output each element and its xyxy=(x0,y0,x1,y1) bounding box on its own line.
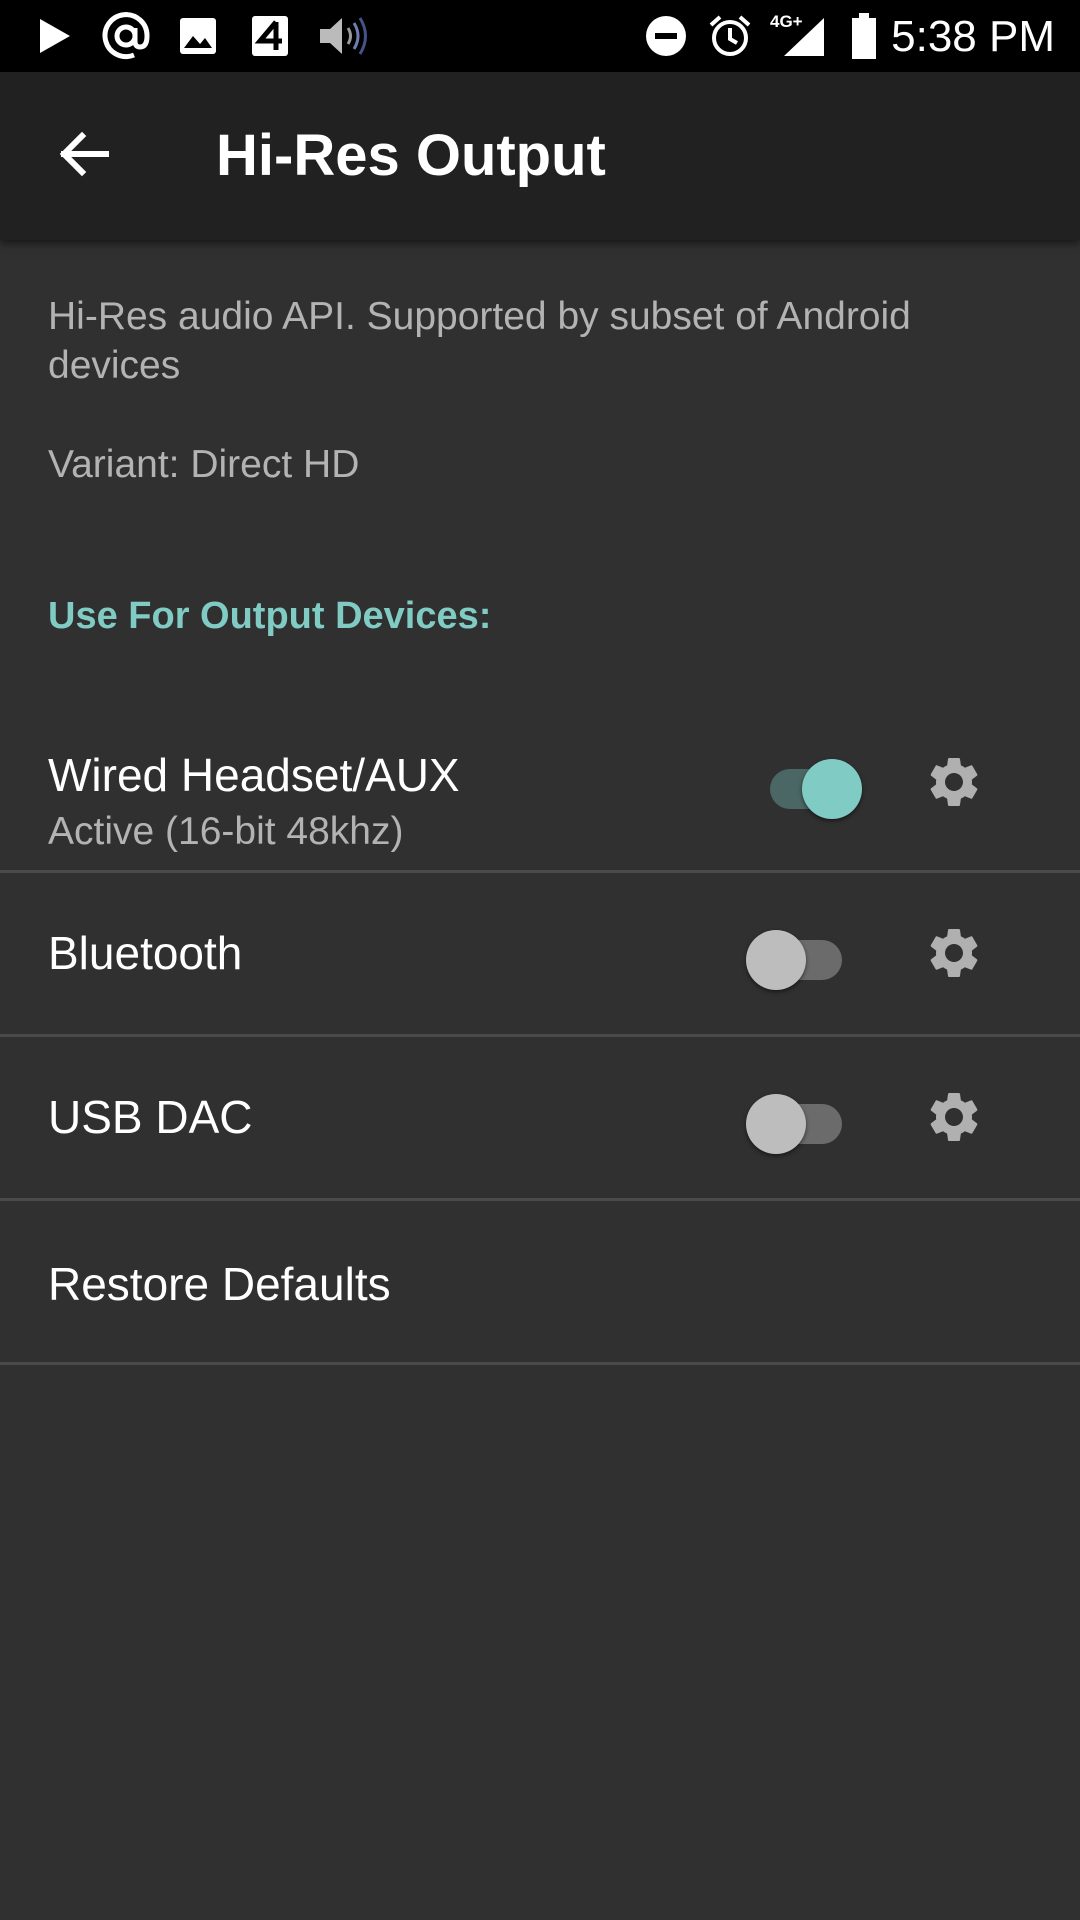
restore-defaults-item[interactable]: Restore Defaults xyxy=(0,1201,1080,1365)
device-row-bluetooth[interactable]: Bluetooth xyxy=(0,873,1080,1037)
toggle-thumb xyxy=(746,1094,806,1154)
device-status: Active (16-bit 48khz) xyxy=(48,810,404,853)
status-time: 5:38 PM xyxy=(891,12,1055,61)
gear-icon xyxy=(924,1087,984,1152)
play-store-icon xyxy=(30,12,78,60)
gear-icon xyxy=(924,923,984,988)
bluetooth-toggle[interactable] xyxy=(746,923,850,990)
signal-icon xyxy=(776,12,832,60)
page-title: Hi-Res Output xyxy=(216,123,606,188)
device-row-wired-headset[interactable]: Wired Headset/AUX Active (16-bit 48khz) xyxy=(0,700,1080,873)
device-row-usb-dac[interactable]: USB DAC xyxy=(0,1037,1080,1201)
back-button[interactable] xyxy=(36,108,132,204)
divider xyxy=(0,1362,1080,1365)
wired-headset-settings-button[interactable] xyxy=(922,752,986,816)
section-header-output-devices: Use For Output Devices: xyxy=(48,595,492,637)
wired-headset-toggle[interactable] xyxy=(758,752,862,819)
bluetooth-settings-button[interactable] xyxy=(922,923,986,987)
device-title: Bluetooth xyxy=(48,927,243,979)
gallery-icon xyxy=(174,12,222,60)
status-bar: 4G+ 5:38 PM xyxy=(0,0,1080,72)
variant-label: Variant: Direct HD xyxy=(48,443,360,486)
at-sign-icon xyxy=(98,12,154,60)
toggle-thumb xyxy=(802,759,862,819)
speaker-volume-icon xyxy=(314,12,374,60)
usb-dac-toggle[interactable] xyxy=(746,1087,850,1154)
api-description: Hi-Res audio API. Supported by subset of… xyxy=(48,295,911,387)
do-not-disturb-icon xyxy=(642,12,690,60)
arrow-back-icon xyxy=(56,126,112,187)
app-4-icon xyxy=(246,12,294,60)
settings-content: Hi-Res audio API. Supported by subset of… xyxy=(0,240,1080,1920)
battery-icon xyxy=(846,12,882,60)
usb-dac-settings-button[interactable] xyxy=(922,1087,986,1151)
device-title: USB DAC xyxy=(48,1091,253,1143)
restore-defaults-label: Restore Defaults xyxy=(48,1258,391,1310)
toggle-thumb xyxy=(746,930,806,990)
gear-icon xyxy=(924,752,984,817)
app-bar: Hi-Res Output xyxy=(0,72,1080,240)
device-title: Wired Headset/AUX xyxy=(48,749,460,801)
alarm-icon xyxy=(706,12,754,60)
